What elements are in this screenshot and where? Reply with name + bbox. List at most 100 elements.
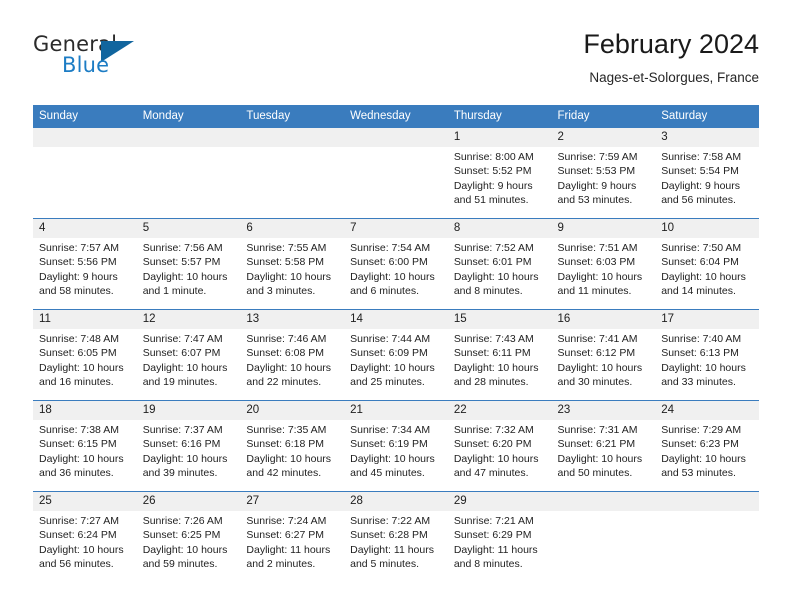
day-cell[interactable]: Sunrise: 7:41 AM Sunset: 6:12 PM Daylight:… bbox=[551, 329, 656, 401]
day-daylight-text: Daylight: 11 hours bbox=[246, 543, 331, 556]
week-daynumber-row: 123 bbox=[33, 128, 759, 147]
day-sunrise-text: Sunrise: 7:24 AM bbox=[246, 515, 327, 527]
day-number[interactable]: 3 bbox=[655, 128, 759, 147]
day-cell[interactable]: Sunrise: 7:51 AM Sunset: 6:03 PM Daylight:… bbox=[551, 238, 656, 310]
day-cell[interactable]: Sunrise: 7:48 AM Sunset: 6:05 PM Daylight:… bbox=[33, 329, 137, 401]
day-cell[interactable]: Sunrise: 7:56 AM Sunset: 5:57 PM Daylight:… bbox=[136, 238, 241, 310]
day-sunrise-text: Sunrise: 7:22 AM bbox=[350, 515, 431, 527]
day-number[interactable]: 9 bbox=[551, 218, 656, 238]
day-cell-empty bbox=[240, 147, 345, 219]
calendar-page: General Blue February 2024 Nages-et-Solo… bbox=[0, 0, 792, 612]
day-number[interactable]: 8 bbox=[447, 218, 552, 238]
day-cell[interactable]: Sunrise: 7:47 AM Sunset: 6:07 PM Daylight:… bbox=[136, 329, 241, 401]
day-number[interactable]: 27 bbox=[240, 491, 345, 511]
day-number[interactable]: 6 bbox=[240, 218, 345, 238]
day-cell[interactable]: Sunrise: 7:38 AM Sunset: 6:15 PM Daylight:… bbox=[33, 420, 137, 492]
day-cell[interactable]: Sunrise: 7:34 AM Sunset: 6:19 PM Daylight:… bbox=[344, 420, 448, 492]
day-number[interactable]: 13 bbox=[240, 309, 345, 329]
day-number[interactable]: 14 bbox=[344, 309, 448, 329]
day-number[interactable]: 2 bbox=[551, 128, 656, 147]
day-cell[interactable]: Sunrise: 7:27 AM Sunset: 6:24 PM Daylight:… bbox=[33, 511, 137, 582]
day-number[interactable]: 23 bbox=[551, 400, 656, 420]
day-number[interactable]: 17 bbox=[655, 309, 759, 329]
day-daylight-text: and 22 minutes. bbox=[246, 376, 322, 389]
day-number[interactable]: 12 bbox=[136, 309, 241, 329]
day-cell[interactable]: Sunrise: 7:59 AM Sunset: 5:53 PM Daylight:… bbox=[551, 147, 656, 219]
day-number[interactable]: 4 bbox=[33, 218, 137, 238]
day-sunset-text: Sunset: 5:56 PM bbox=[39, 256, 117, 269]
day-cell[interactable]: Sunrise: 7:55 AM Sunset: 5:58 PM Daylight:… bbox=[240, 238, 345, 310]
day-number[interactable]: 18 bbox=[33, 400, 137, 420]
day-cell[interactable]: Sunrise: 7:32 AM Sunset: 6:20 PM Daylight:… bbox=[447, 420, 552, 492]
day-cell-empty bbox=[33, 147, 137, 219]
day-cell[interactable]: Sunrise: 7:57 AM Sunset: 5:56 PM Daylight:… bbox=[33, 238, 137, 310]
day-daylight-text: and 30 minutes. bbox=[557, 376, 633, 389]
day-cell[interactable]: Sunrise: 7:54 AM Sunset: 6:00 PM Daylight:… bbox=[344, 238, 448, 310]
day-daylight-text: and 50 minutes. bbox=[557, 467, 633, 480]
page-title: February 2024 bbox=[583, 29, 759, 59]
day-number[interactable]: 7 bbox=[344, 218, 448, 238]
day-daylight-text: and 33 minutes. bbox=[661, 376, 736, 389]
day-cell[interactable]: Sunrise: 8:00 AM Sunset: 5:52 PM Daylight:… bbox=[447, 147, 552, 219]
day-cell[interactable]: Sunrise: 7:26 AM Sunset: 6:25 PM Daylight:… bbox=[136, 511, 241, 582]
day-daylight-text: Daylight: 9 hours bbox=[39, 270, 118, 283]
day-sunrise-text: Sunrise: 7:37 AM bbox=[142, 424, 223, 436]
day-cell[interactable]: Sunrise: 7:52 AM Sunset: 6:01 PM Daylight:… bbox=[447, 238, 552, 310]
week-detail-row: Sunrise: 7:27 AM Sunset: 6:24 PM Daylight:… bbox=[33, 511, 759, 582]
day-number[interactable]: 21 bbox=[344, 400, 448, 420]
day-number[interactable]: 28 bbox=[344, 491, 448, 511]
day-daylight-text: Daylight: 10 hours bbox=[142, 270, 228, 283]
day-number[interactable]: 15 bbox=[447, 309, 552, 329]
day-daylight-text: Daylight: 10 hours bbox=[557, 270, 643, 283]
day-cell[interactable]: Sunrise: 7:43 AM Sunset: 6:11 PM Daylight:… bbox=[447, 329, 552, 401]
day-cell-empty bbox=[344, 147, 448, 219]
day-cell[interactable]: Sunrise: 7:40 AM Sunset: 6:13 PM Daylight:… bbox=[655, 329, 759, 401]
day-number[interactable]: 22 bbox=[447, 400, 552, 420]
day-sunrise-text: Sunrise: 7:59 AM bbox=[557, 151, 638, 163]
day-number[interactable]: 20 bbox=[240, 400, 345, 420]
title-block: February 2024 Nages-et-Solorgues, France bbox=[583, 28, 759, 87]
day-sunset-text: Sunset: 6:20 PM bbox=[453, 438, 532, 451]
day-cell[interactable]: Sunrise: 7:21 AM Sunset: 6:29 PM Daylight:… bbox=[447, 511, 552, 582]
day-daylight-text: Daylight: 11 hours bbox=[350, 543, 434, 556]
day-sunset-text: Sunset: 5:52 PM bbox=[453, 165, 532, 178]
day-daylight-text: Daylight: 9 hours bbox=[661, 179, 741, 192]
day-number-empty bbox=[33, 128, 137, 147]
week-daynumber-row: 25 26 27 28 29 bbox=[33, 491, 759, 511]
day-sunrise-text: Sunrise: 7:35 AM bbox=[246, 424, 327, 436]
general-blue-logo: General Blue bbox=[33, 32, 243, 90]
day-number[interactable]: 26 bbox=[136, 491, 241, 511]
day-cell[interactable]: Sunrise: 7:24 AM Sunset: 6:27 PM Daylight:… bbox=[240, 511, 345, 582]
day-number[interactable]: 16 bbox=[551, 309, 656, 329]
day-daylight-text: Daylight: 10 hours bbox=[453, 270, 539, 283]
day-cell[interactable]: Sunrise: 7:31 AM Sunset: 6:21 PM Daylight:… bbox=[551, 420, 656, 492]
day-sunset-text: Sunset: 6:13 PM bbox=[661, 347, 739, 360]
day-cell[interactable]: Sunrise: 7:44 AM Sunset: 6:09 PM Daylight:… bbox=[344, 329, 448, 401]
day-daylight-text: Daylight: 10 hours bbox=[246, 361, 332, 374]
day-cell[interactable]: Sunrise: 7:29 AM Sunset: 6:23 PM Daylight:… bbox=[655, 420, 759, 492]
day-sunset-text: Sunset: 6:09 PM bbox=[350, 347, 428, 360]
day-sunrise-text: Sunrise: 7:54 AM bbox=[350, 242, 431, 254]
weekday-header-wednesday: Wednesday bbox=[344, 105, 448, 128]
day-number[interactable]: 10 bbox=[655, 218, 759, 238]
day-daylight-text: Daylight: 10 hours bbox=[39, 361, 124, 374]
day-cell[interactable]: Sunrise: 7:58 AM Sunset: 5:54 PM Daylight:… bbox=[655, 147, 759, 219]
day-cell[interactable]: Sunrise: 7:50 AM Sunset: 6:04 PM Daylight:… bbox=[655, 238, 759, 310]
day-cell[interactable]: Sunrise: 7:35 AM Sunset: 6:18 PM Daylight:… bbox=[240, 420, 345, 492]
day-daylight-text: and 16 minutes. bbox=[39, 376, 114, 389]
day-number[interactable]: 25 bbox=[33, 491, 137, 511]
day-sunrise-text: Sunrise: 7:47 AM bbox=[142, 333, 223, 345]
day-number[interactable]: 1 bbox=[447, 128, 552, 147]
day-cell[interactable]: Sunrise: 7:22 AM Sunset: 6:28 PM Daylight:… bbox=[344, 511, 448, 582]
day-daylight-text: Daylight: 10 hours bbox=[350, 270, 435, 283]
day-number[interactable]: 29 bbox=[447, 491, 552, 511]
day-number[interactable]: 19 bbox=[136, 400, 241, 420]
day-cell[interactable]: Sunrise: 7:37 AM Sunset: 6:16 PM Daylight:… bbox=[136, 420, 241, 492]
day-number[interactable]: 5 bbox=[136, 218, 241, 238]
day-daylight-text: Daylight: 10 hours bbox=[557, 452, 643, 465]
day-number[interactable]: 11 bbox=[33, 309, 137, 329]
day-sunrise-text: Sunrise: 8:00 AM bbox=[453, 151, 534, 163]
day-number[interactable]: 24 bbox=[655, 400, 759, 420]
day-cell[interactable]: Sunrise: 7:46 AM Sunset: 6:08 PM Daylight:… bbox=[240, 329, 345, 401]
day-sunset-text: Sunset: 6:21 PM bbox=[557, 438, 636, 451]
